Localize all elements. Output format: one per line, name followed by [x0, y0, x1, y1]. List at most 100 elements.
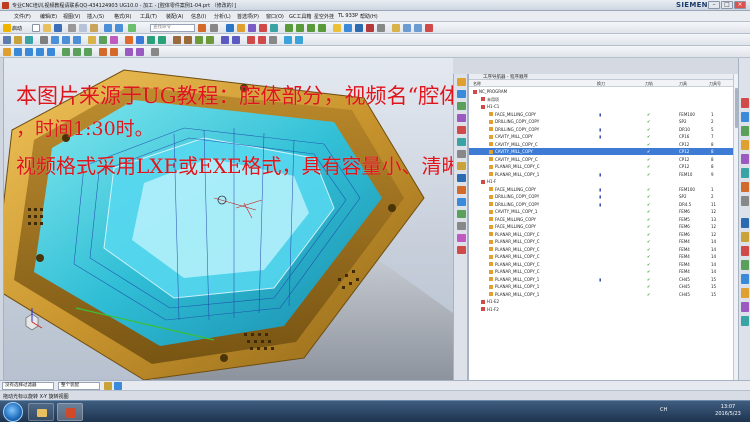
menu-icon[interactable] — [3, 36, 11, 44]
zoom-icon[interactable] — [51, 36, 59, 44]
rail-icon-10[interactable] — [741, 232, 749, 242]
system-tray[interactable]: CH — [660, 407, 667, 413]
navigator-row[interactable]: FACE_MILLING_COPY ✔ FEM5 13 — [469, 216, 735, 223]
history-icon[interactable] — [457, 162, 466, 170]
taskbar-explorer-icon[interactable] — [28, 403, 54, 421]
navigator-row[interactable]: DRILLING_COPY_COPY ✔ SP2 2 — [469, 118, 735, 125]
taskbar-clock[interactable]: 13:07 2016/5/23 — [706, 404, 750, 418]
window-icon[interactable] — [210, 24, 218, 32]
navigator-row[interactable]: PLANAR_MILL_COPY_C ✔ FEM4 14 — [469, 246, 735, 253]
menu-insert[interactable]: 插入(S) — [87, 13, 104, 20]
navigator-row[interactable]: PLANAR_MILL_COPY_1 ▮ ✔ FEM10 9 — [469, 171, 735, 178]
command-finder-input[interactable]: 查找命令 — [150, 24, 195, 32]
rail-icon-4[interactable] — [741, 140, 749, 150]
open-folder-icon[interactable] — [43, 24, 51, 32]
arc-icon[interactable] — [158, 36, 166, 44]
blend-icon[interactable] — [195, 36, 203, 44]
create-program-icon[interactable] — [226, 24, 234, 32]
geometry-view-icon[interactable] — [307, 24, 315, 32]
col-tool[interactable]: 刀具 — [679, 81, 687, 87]
ops-create-icon[interactable] — [3, 48, 11, 56]
edit-object-icon[interactable] — [392, 24, 400, 32]
navigator-row[interactable]: FACE_MILLING_COPY ✔ FEM6 12 — [469, 223, 735, 230]
tray-language[interactable]: CH — [660, 407, 667, 413]
paste-icon[interactable] — [90, 24, 98, 32]
palette-icon[interactable] — [457, 234, 466, 242]
cut-view-icon[interactable] — [457, 246, 466, 254]
create-tool-icon[interactable] — [237, 24, 245, 32]
create-operation-icon[interactable] — [270, 24, 278, 32]
verify-toolpath-icon[interactable] — [355, 24, 363, 32]
navigator-row[interactable]: H1-F2 — [469, 306, 735, 313]
menu-format[interactable]: 格式(R) — [114, 13, 131, 20]
rail-icon-8[interactable] — [741, 196, 749, 206]
rotate-icon[interactable] — [62, 36, 70, 44]
rail-icon-9[interactable] — [741, 218, 749, 228]
start-icon[interactable] — [3, 24, 11, 32]
shop-doc-icon[interactable] — [377, 24, 385, 32]
navigator-row[interactable]: NC_PROGRAM — [469, 88, 735, 95]
col-toolnum[interactable]: 刀具号 — [709, 81, 721, 87]
ops-cutting-params-icon[interactable] — [73, 48, 81, 56]
program-order-view-icon[interactable] — [285, 24, 293, 32]
orient-view-icon[interactable] — [99, 36, 107, 44]
ops-transform-icon[interactable] — [99, 48, 107, 56]
delete-object-icon[interactable] — [425, 24, 433, 32]
navigator-row[interactable]: PLANAR_MILL_COPY_C ✔ CP12 8 — [469, 163, 735, 170]
rail-icon-7[interactable] — [741, 182, 749, 192]
menu-file[interactable]: 文件(F) — [14, 13, 31, 20]
navigator-row[interactable]: H1-C1 — [469, 103, 735, 110]
ops-report-icon[interactable] — [136, 48, 144, 56]
snap-icon-1[interactable] — [104, 382, 112, 390]
rail-icon-12[interactable] — [741, 260, 749, 270]
system-materials-icon[interactable] — [457, 174, 466, 182]
machine-navigator-icon[interactable] — [457, 90, 466, 98]
operation-navigator-icon[interactable] — [457, 78, 466, 86]
fit-view-icon[interactable] — [40, 36, 48, 44]
assembly-navigator-icon[interactable] — [457, 114, 466, 122]
menu-xingkong[interactable]: 星空外挂 — [314, 13, 334, 20]
new-file-icon[interactable] — [32, 24, 40, 32]
col-toolpath[interactable]: 刀轨 — [645, 81, 653, 87]
navigator-row[interactable]: DRILLING_COPY_COPY ▮ ✔ SP2 2 — [469, 193, 735, 200]
create-method-icon[interactable] — [259, 24, 267, 32]
rail-icon-6[interactable] — [741, 168, 749, 178]
snap-point-icon[interactable] — [25, 36, 33, 44]
col-name[interactable]: 名称 — [473, 81, 481, 87]
navigator-row[interactable]: PLANAR_MILL_COPY_C ✔ FEM4 14 — [469, 238, 735, 245]
measure-icon[interactable] — [221, 36, 229, 44]
graphics-viewport[interactable]: 本图片来源于UG教程：腔体部分，视频名“腔体零件案例1-04-3” ，时间1:3… — [4, 58, 453, 380]
rail-icon-15[interactable] — [741, 302, 749, 312]
assembly-scope-combo[interactable]: 整个装配 — [58, 382, 100, 390]
navigator-row[interactable]: DRILLING_COPY_COPY ▮ ✔ DR4.5 11 — [469, 201, 735, 208]
save-icon[interactable] — [54, 24, 62, 32]
ops-mill-icon[interactable] — [14, 48, 22, 56]
create-geometry-icon[interactable] — [248, 24, 256, 32]
ops-more-icon[interactable] — [151, 48, 159, 56]
rail-icon-11[interactable] — [741, 246, 749, 256]
show-icon[interactable] — [258, 36, 266, 44]
navigator-row[interactable]: FACE_MILLING_COPY ▮ ✔ FEM100 1 — [469, 186, 735, 193]
navigator-row[interactable]: CAVITY_MILL_COPY ▮ ✔ CP16 7 — [469, 133, 735, 140]
undo-icon[interactable] — [104, 24, 112, 32]
shaded-with-edges-icon[interactable] — [88, 36, 96, 44]
manufacturing-wizard-icon[interactable] — [457, 198, 466, 206]
edit-display-icon[interactable] — [269, 36, 277, 44]
navigator-row[interactable]: PLANAR_MILL_COPY_C ✔ FEM4 14 — [469, 261, 735, 268]
pan-icon[interactable] — [73, 36, 81, 44]
replay-toolpath-icon[interactable] — [344, 24, 352, 32]
rail-icon-1[interactable] — [741, 98, 749, 108]
copy-icon[interactable] — [79, 24, 87, 32]
snap-icon-2[interactable] — [114, 382, 122, 390]
select-filter-icon[interactable] — [14, 36, 22, 44]
menu-tools[interactable]: 工具(T) — [140, 13, 157, 20]
navigator-row[interactable]: PLANAR_MILL_COPY_1 ✔ CH45 15 — [469, 283, 735, 290]
close-button[interactable]: × — [734, 1, 746, 9]
toolpath-display-icon[interactable] — [295, 36, 303, 44]
minimize-button[interactable]: – — [708, 1, 720, 9]
menu-tl933p[interactable]: TL 933P — [338, 13, 358, 19]
navigator-row[interactable]: DRILLING_COPY_COPY ▮ ✔ DR10 5 — [469, 126, 735, 133]
point-icon[interactable] — [136, 36, 144, 44]
navigator-row[interactable]: CAVITY_MILL_COPY_C ✔ CP12 8 — [469, 156, 735, 163]
nx-app-icon[interactable] — [2, 2, 9, 9]
